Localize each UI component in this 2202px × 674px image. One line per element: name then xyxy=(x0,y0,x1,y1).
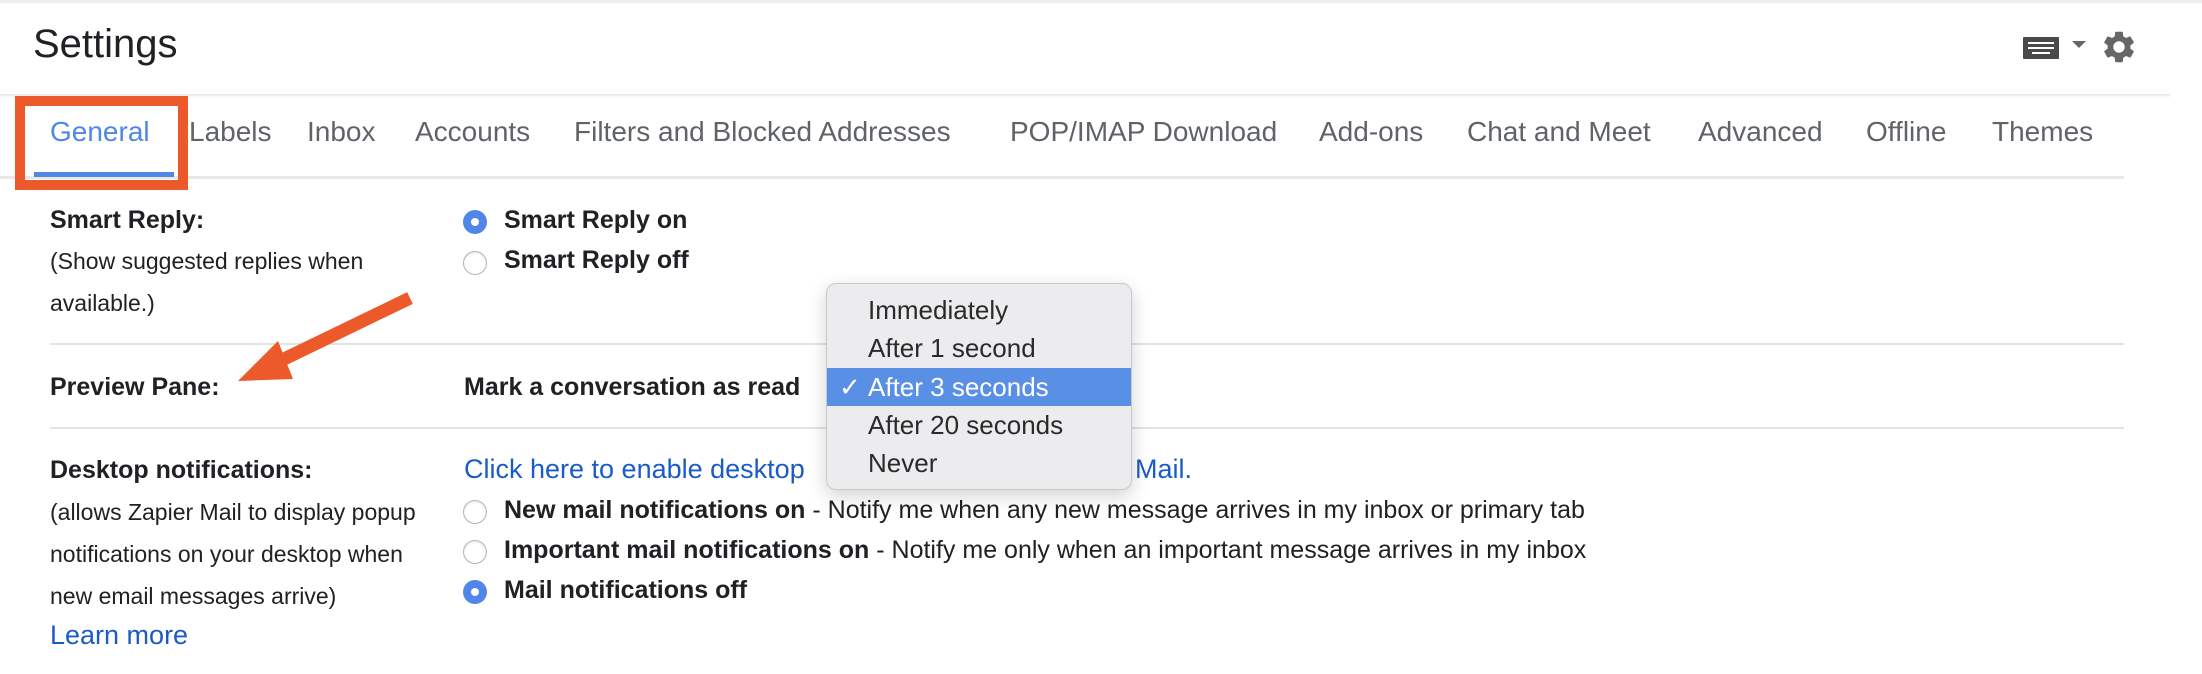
arrow-head xyxy=(238,341,293,381)
annotation-arrow-icon xyxy=(238,292,413,381)
arrow-shaft xyxy=(279,292,413,366)
